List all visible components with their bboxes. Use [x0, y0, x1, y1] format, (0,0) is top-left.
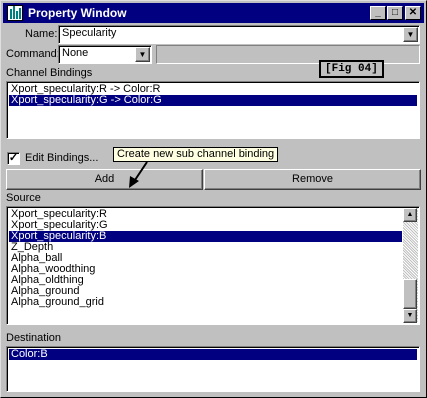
- minimize-button[interactable]: _: [370, 6, 386, 20]
- window-title: Property Window: [28, 6, 127, 20]
- list-item[interactable]: Z_Depth: [9, 242, 417, 253]
- destination-list[interactable]: Color:B: [6, 346, 420, 392]
- chevron-down-icon: ▼: [138, 50, 147, 59]
- checkmark-icon: ✓: [8, 152, 19, 164]
- edit-bindings-checkbox[interactable]: ✓: [7, 152, 20, 165]
- remove-button[interactable]: Remove: [204, 169, 421, 190]
- command-dropdown-arrow[interactable]: ▼: [135, 47, 150, 62]
- figure-tag: [Fig 04]: [319, 60, 384, 78]
- list-item-selected[interactable]: Xport_specularity:B: [9, 231, 402, 242]
- close-button[interactable]: ✕: [405, 6, 421, 20]
- source-list[interactable]: Xport_specularity:R Xport_specularity:G …: [6, 206, 420, 325]
- name-dropdown[interactable]: Specularity ▼: [58, 25, 420, 44]
- source-label: Source: [6, 192, 41, 204]
- destination-label: Destination: [6, 332, 62, 344]
- scroll-up-button[interactable]: ▲: [403, 208, 417, 222]
- add-button[interactable]: Add: [6, 169, 203, 190]
- command-value: None: [62, 47, 89, 59]
- command-label: Command:: [6, 48, 60, 60]
- minimize-icon: _: [375, 7, 381, 18]
- channel-bindings-list[interactable]: Xport_specularity:R -> Color:R Xport_spe…: [6, 81, 420, 139]
- edit-bindings-label: Edit Bindings...: [25, 152, 99, 164]
- property-window: Property Window _ □ ✕ Name: Specularity …: [0, 0, 427, 398]
- name-label: Name:: [25, 28, 58, 40]
- name-dropdown-arrow[interactable]: ▼: [403, 27, 418, 42]
- name-value: Specularity: [62, 27, 117, 39]
- scroll-down-button[interactable]: ▼: [403, 309, 417, 323]
- source-scrollbar[interactable]: ▲ ▼: [403, 208, 418, 323]
- chevron-down-icon: ▼: [406, 312, 414, 319]
- close-icon: ✕: [408, 7, 418, 18]
- list-item-selected[interactable]: Xport_specularity:G -> Color:G: [9, 95, 417, 106]
- command-dropdown[interactable]: None ▼: [58, 45, 152, 64]
- app-icon: [7, 5, 23, 21]
- title-bar[interactable]: Property Window _ □ ✕: [3, 3, 424, 23]
- channel-bindings-label: Channel Bindings: [6, 67, 93, 79]
- list-item-selected[interactable]: Color:B: [9, 349, 417, 360]
- list-item[interactable]: Alpha_ground_grid: [9, 297, 417, 308]
- maximize-icon: □: [391, 7, 399, 18]
- pointer-arrow-icon: [129, 161, 148, 188]
- maximize-button[interactable]: □: [387, 6, 403, 20]
- scroll-thumb[interactable]: [403, 279, 417, 309]
- chevron-up-icon: ▲: [406, 211, 414, 218]
- chevron-down-icon: ▼: [406, 30, 415, 39]
